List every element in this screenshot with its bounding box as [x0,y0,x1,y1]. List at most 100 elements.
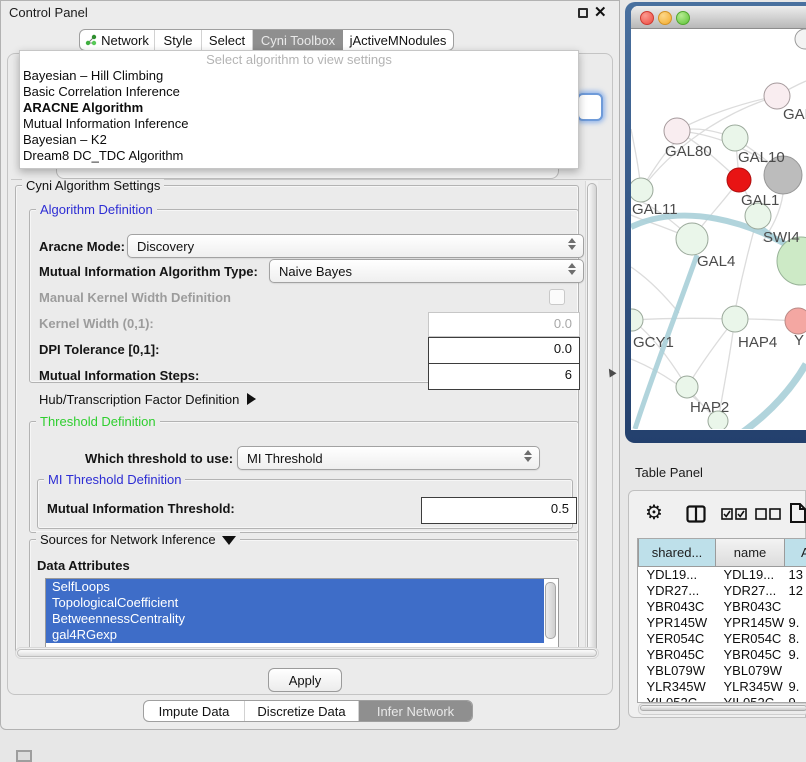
cell[interactable]: YDR27... [716,583,785,599]
expander-down-icon [222,536,236,545]
table-row[interactable]: YDR27...YDR27...12 [639,583,806,599]
dropdown-item-basic-correlation[interactable]: Basic Correlation Inference [20,84,578,100]
tab-style[interactable]: Style [155,30,202,50]
apply-button[interactable]: Apply [268,668,342,692]
unchecked-boxes-icon[interactable] [755,508,781,520]
network-node-gal4[interactable] [676,223,708,255]
close-icon[interactable]: ✕ [594,3,607,21]
column-header-shared-name[interactable]: shared... [639,539,716,567]
cell[interactable]: YDL19... [716,567,785,584]
cell[interactable]: YBR043C [639,599,716,615]
network-node-hap4[interactable] [722,306,748,332]
settings-vertical-scrollbar[interactable] [585,181,598,658]
dropdown-item-bayesian-hill-climbing[interactable]: Bayesian – Hill Climbing [20,68,578,84]
table-row[interactable]: YBL079WYBL079W [639,663,806,679]
tab-cyni-toolbox[interactable]: Cyni Toolbox [253,30,343,50]
cell[interactable]: YBL079W [716,663,785,679]
network-node-gal80[interactable] [664,118,690,144]
columns-icon[interactable] [686,505,706,523]
network-node-hap2[interactable] [676,376,698,398]
dropdown-item-dream8[interactable]: Dream8 DC_TDC Algorithm [20,148,578,164]
network-view-titlebar[interactable] [631,6,806,29]
network-node-gal1-red[interactable] [727,168,751,192]
mi-steps-field[interactable]: 6 [428,363,580,390]
mi-algorithm-type-combobox[interactable]: Naive Bayes [269,259,584,283]
cell[interactable]: 9. [785,647,806,663]
network-node[interactable] [795,29,806,49]
sources-group-title[interactable]: Sources for Network Inference [36,532,240,547]
tab-infer-network[interactable]: Infer Network [359,701,472,721]
table-row[interactable]: YER054CYER054C8. [639,631,806,647]
cell[interactable]: 8. [785,631,806,647]
document-icon[interactable] [789,502,806,524]
cell[interactable]: YLR345W [639,679,716,695]
dropdown-item-aracne[interactable]: ARACNE Algorithm [20,100,578,116]
cell[interactable] [785,663,806,679]
mac-zoom-icon[interactable] [676,11,690,25]
table-row[interactable]: YLR345WYLR345W9. [639,679,806,695]
table-row[interactable]: YPR145WYPR145W9. [639,615,806,631]
list-scrollbar[interactable] [545,582,556,639]
column-header-partial[interactable]: A [785,539,806,567]
mac-close-icon[interactable] [640,11,654,25]
tab-network[interactable]: Network [80,30,155,50]
dropdown-item-mutual-information[interactable]: Mutual Information Inference [20,116,578,132]
dropdown-item-bayesian-k2[interactable]: Bayesian – K2 [20,132,578,148]
cell[interactable]: YER054C [716,631,785,647]
network-canvas[interactable]: GAL GAL80 GAL10 GAL1 GAL11 SWI4 GAL4 GCY… [631,29,806,430]
cell[interactable]: 13 [785,567,806,584]
scrollbar-thumb[interactable] [587,183,597,653]
algorithm-combobox-focus-fragment[interactable] [577,93,603,121]
tab-select[interactable]: Select [202,30,253,50]
cell[interactable]: YER054C [639,631,716,647]
column-header-name[interactable]: name [716,539,785,567]
mi-threshold-field[interactable]: 0.5 [421,497,577,524]
cell[interactable]: 9. [785,695,806,703]
scrollbar-thumb[interactable] [17,649,597,657]
cell[interactable]: YBR043C [716,599,785,615]
cell[interactable]: YPR145W [639,615,716,631]
cell[interactable]: YLR345W [716,679,785,695]
network-node-gal10[interactable] [722,125,748,151]
cell[interactable]: YBR045C [639,647,716,663]
cell[interactable]: 12 [785,583,806,599]
table-row[interactable]: YIL052CYIL052C9. [639,695,806,703]
dpi-tolerance-field[interactable]: 0.0 [428,337,580,364]
list-item-betweennesscentrality[interactable]: BetweennessCentrality [46,611,544,627]
tab-discretize-data[interactable]: Discretize Data [245,701,359,721]
kernel-width-field[interactable]: 0.0 [428,312,580,337]
collapsed-panel-icon[interactable] [16,750,32,762]
table-horizontal-scrollbar[interactable] [638,703,806,715]
network-node-salmon[interactable] [785,308,806,334]
cell[interactable] [785,599,806,615]
table-row[interactable]: YBR043CYBR043C [639,599,806,615]
cell[interactable]: 9. [785,615,806,631]
cell[interactable]: YBR045C [716,647,785,663]
list-item-gal4rgexp[interactable]: gal4RGexp [46,627,544,643]
cell[interactable]: YBL079W [639,663,716,679]
manual-kernel-width-checkbox[interactable] [549,289,565,305]
network-node-gal11[interactable] [631,178,653,202]
list-item-selfloops[interactable]: SelfLoops [46,579,544,595]
cell[interactable]: YDL19... [639,567,716,584]
list-item-topologicalcoefficient[interactable]: TopologicalCoefficient [46,595,544,611]
checked-boxes-icon[interactable] [721,508,747,520]
table-row[interactable]: YDL19...YDL19...13 [639,567,806,584]
table-row[interactable]: YBR045CYBR045C9. [639,647,806,663]
cell[interactable]: 9. [785,679,806,695]
hub-factor-expander[interactable]: Hub/Transcription Factor Definition [39,392,256,407]
cell[interactable]: YIL052C [716,695,785,703]
cell[interactable]: YIL052C [639,695,716,703]
gear-icon[interactable]: ⚙ [645,503,663,523]
which-threshold-combobox[interactable]: MI Threshold [237,446,540,470]
settings-horizontal-scrollbar[interactable] [15,647,599,659]
cell[interactable]: YDR27... [639,583,716,599]
mac-minimize-icon[interactable] [658,11,672,25]
network-view-window[interactable]: GAL GAL80 GAL10 GAL1 GAL11 SWI4 GAL4 GCY… [625,2,806,443]
aracne-mode-combobox[interactable]: Discovery [127,234,584,258]
scrollbar-thumb[interactable] [640,705,806,711]
float-window-icon[interactable] [578,8,588,18]
tab-jactivemnodules[interactable]: jActiveMNodules [343,30,453,50]
tab-impute-data[interactable]: Impute Data [144,701,245,721]
cell[interactable]: YPR145W [716,615,785,631]
